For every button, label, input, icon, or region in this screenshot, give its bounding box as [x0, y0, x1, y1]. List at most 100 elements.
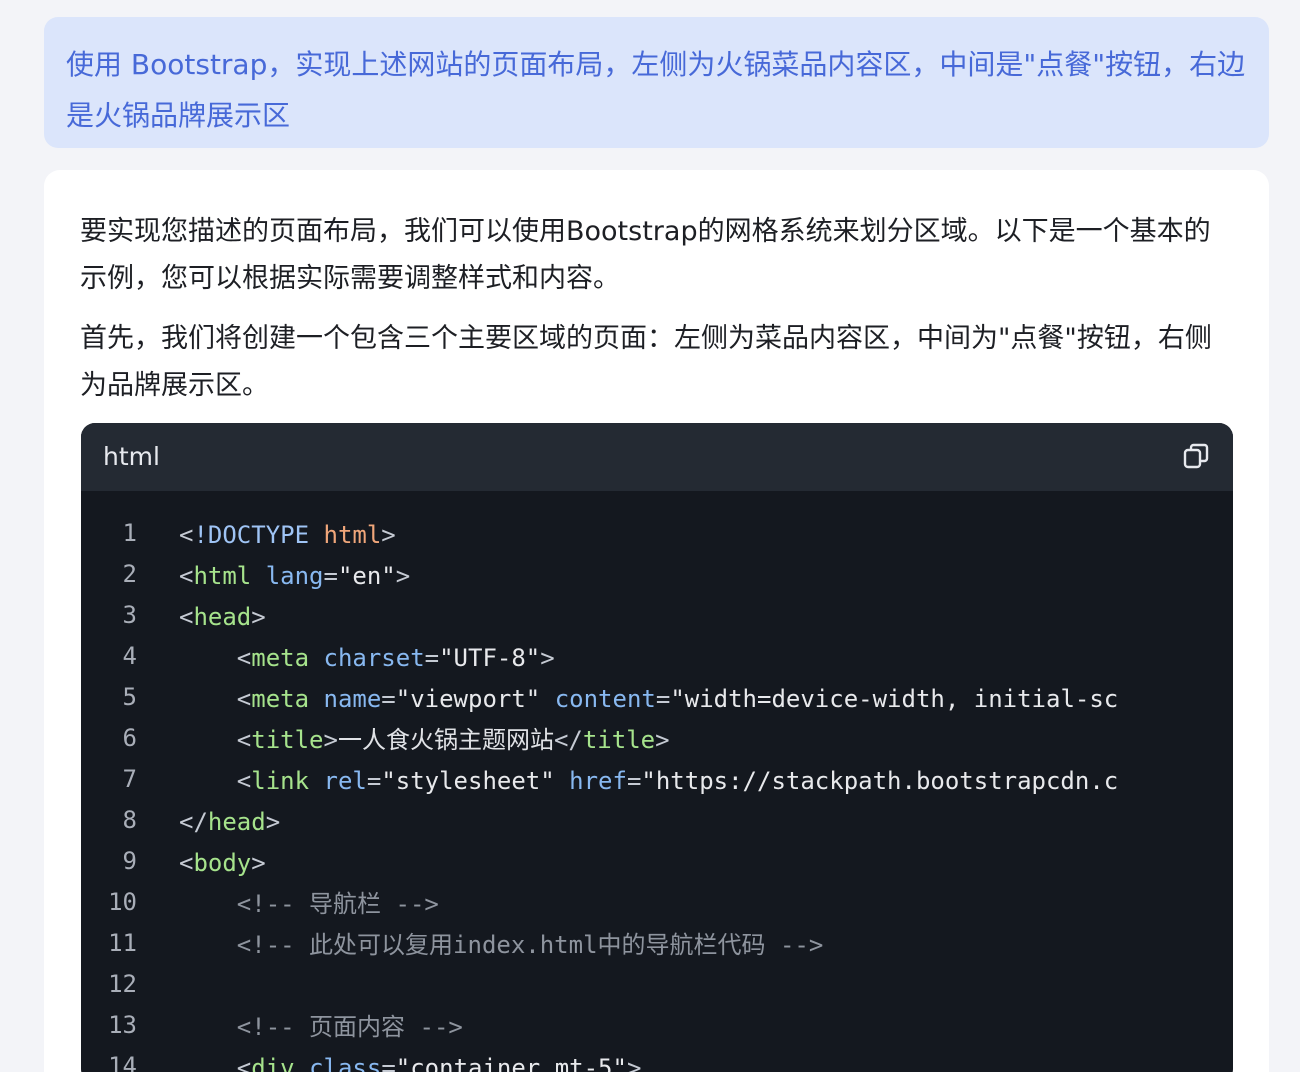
assistant-reply-card: 要实现您描述的页面布局，我们可以使用Bootstrap的网格系统来划分区域。以下… — [44, 170, 1269, 1072]
code-token: < — [179, 562, 194, 590]
code-token: title — [251, 726, 324, 754]
code-token: < — [179, 685, 252, 713]
code-line: <link rel="stylesheet" href="https://sta… — [179, 761, 1209, 801]
code-token: = — [655, 685, 671, 713]
code-token: > — [251, 849, 266, 877]
code-token: </ — [553, 726, 583, 754]
line-number: 5 — [122, 683, 137, 711]
code-line: <head> — [179, 597, 1209, 637]
code-token: meta — [251, 644, 310, 672]
code-token: "UTF-8" — [439, 644, 541, 672]
code-token: charset — [323, 644, 425, 672]
code-block: html 1 <!DOCTYPE html> 2 <html lang="en"> 3 <… — [81, 423, 1233, 1072]
line-number: 10 — [108, 888, 137, 916]
code-token: head — [207, 808, 266, 836]
code-line: <body> — [179, 843, 1209, 883]
code-token: > — [626, 1054, 642, 1072]
code-token: "stylesheet" — [381, 767, 555, 795]
code-token: = — [323, 562, 338, 590]
code-token: content — [554, 685, 656, 713]
user-message-text: 使用 Bootstrap，实现上述网站的页面布局，左侧为火锅菜品内容区，中间是"… — [66, 48, 1246, 132]
code-line: <!-- 导航栏 --> — [179, 884, 1209, 924]
assistant-paragraph: 首先，我们将创建一个包含三个主要区域的页面：左侧为菜品内容区，中间为"点餐"按钮… — [80, 323, 1212, 401]
code-token: body — [193, 849, 252, 877]
line-number: 2 — [122, 560, 137, 588]
code-line: <title>一人食火锅主题网站</title> — [179, 720, 1209, 760]
copy-icon[interactable] — [1181, 441, 1211, 471]
code-token: > — [655, 726, 670, 754]
code-token: < — [179, 644, 252, 672]
code-token: = — [381, 685, 396, 713]
code-token: < — [179, 603, 194, 631]
code-line: <html lang="en"> — [179, 556, 1209, 596]
assistant-paragraph: 要实现您描述的页面布局，我们可以使用Bootstrap的网格系统来划分区域。以下… — [80, 216, 1211, 294]
code-token: title — [582, 726, 656, 754]
code-token: rel — [323, 767, 367, 795]
code-token: "width=device-width, initial-sc — [670, 685, 1119, 713]
code-token: div — [251, 1054, 295, 1072]
chat-page: 使用 Bootstrap，实现上述网站的页面布局，左侧为火锅菜品内容区，中间是"… — [0, 0, 1300, 1072]
line-number: 11 — [108, 929, 137, 957]
code-token: < — [179, 849, 194, 877]
code-token: > — [251, 603, 266, 631]
code-block-header: html — [81, 423, 1233, 491]
code-line: <!-- 页面内容 --> — [179, 1007, 1209, 1047]
code-token: <!-- 此处可以复用index.html中的导航栏代码 --> — [179, 931, 824, 959]
line-number: 8 — [122, 806, 137, 834]
user-message-bubble: 使用 Bootstrap，实现上述网站的页面布局，左侧为火锅菜品内容区，中间是"… — [44, 17, 1269, 148]
code-token: < — [179, 521, 194, 549]
code-token: href — [569, 767, 627, 795]
code-token: lang — [265, 562, 324, 590]
code-token: "en" — [337, 562, 396, 590]
line-number: 3 — [122, 601, 137, 629]
code-token: = — [424, 644, 440, 672]
code-line: <meta name="viewport" content="width=dev… — [179, 679, 1209, 719]
code-line: <!DOCTYPE html> — [179, 515, 1209, 555]
code-line: <div class="container mt-5"> — [179, 1048, 1209, 1072]
code-token: <!-- 导航栏 --> — [179, 890, 439, 918]
code-line: <meta charset="UTF-8"> — [179, 638, 1209, 678]
code-token: > — [265, 808, 281, 836]
code-line: <!-- 此处可以复用index.html中的导航栏代码 --> — [179, 925, 1209, 965]
code-token: "https://stackpath.bootstrapcdn.c — [641, 767, 1119, 795]
line-number: 9 — [122, 847, 137, 875]
line-number: 14 — [108, 1052, 137, 1072]
line-number: 1 — [122, 519, 137, 547]
line-number: 4 — [122, 642, 137, 670]
code-token: head — [193, 603, 252, 631]
code-token: "container mt-5" — [395, 1054, 627, 1072]
code-token: link — [251, 767, 310, 795]
code-token: < — [179, 1054, 252, 1072]
code-token: </ — [179, 808, 208, 836]
code-token: meta — [251, 685, 310, 713]
code-token: !DOCTYPE — [193, 521, 310, 549]
line-number: 13 — [108, 1011, 137, 1039]
code-token: <!-- 页面内容 --> — [179, 1013, 463, 1041]
code-content: 1 <!DOCTYPE html> 2 <html lang="en"> 3 <head>… — [81, 491, 1233, 1072]
code-token: > — [395, 562, 411, 590]
code-token: > — [323, 726, 338, 754]
line-number: 7 — [122, 765, 137, 793]
code-token: html — [323, 521, 382, 549]
code-token: html — [193, 562, 252, 590]
code-token: > — [540, 644, 555, 672]
code-token: < — [179, 726, 252, 754]
code-token: < — [179, 767, 252, 795]
code-token: 一人食火锅主题网站 — [337, 726, 554, 754]
code-token: = — [626, 767, 642, 795]
code-token: name — [323, 685, 382, 713]
code-line: </head> — [179, 802, 1209, 842]
code-token: > — [381, 521, 396, 549]
line-number: 12 — [108, 970, 137, 998]
code-language-label: html — [103, 442, 160, 471]
code-token: = — [381, 1054, 396, 1072]
code-token: = — [366, 767, 382, 795]
code-token: class — [309, 1054, 382, 1072]
code-token: "viewport" — [395, 685, 541, 713]
